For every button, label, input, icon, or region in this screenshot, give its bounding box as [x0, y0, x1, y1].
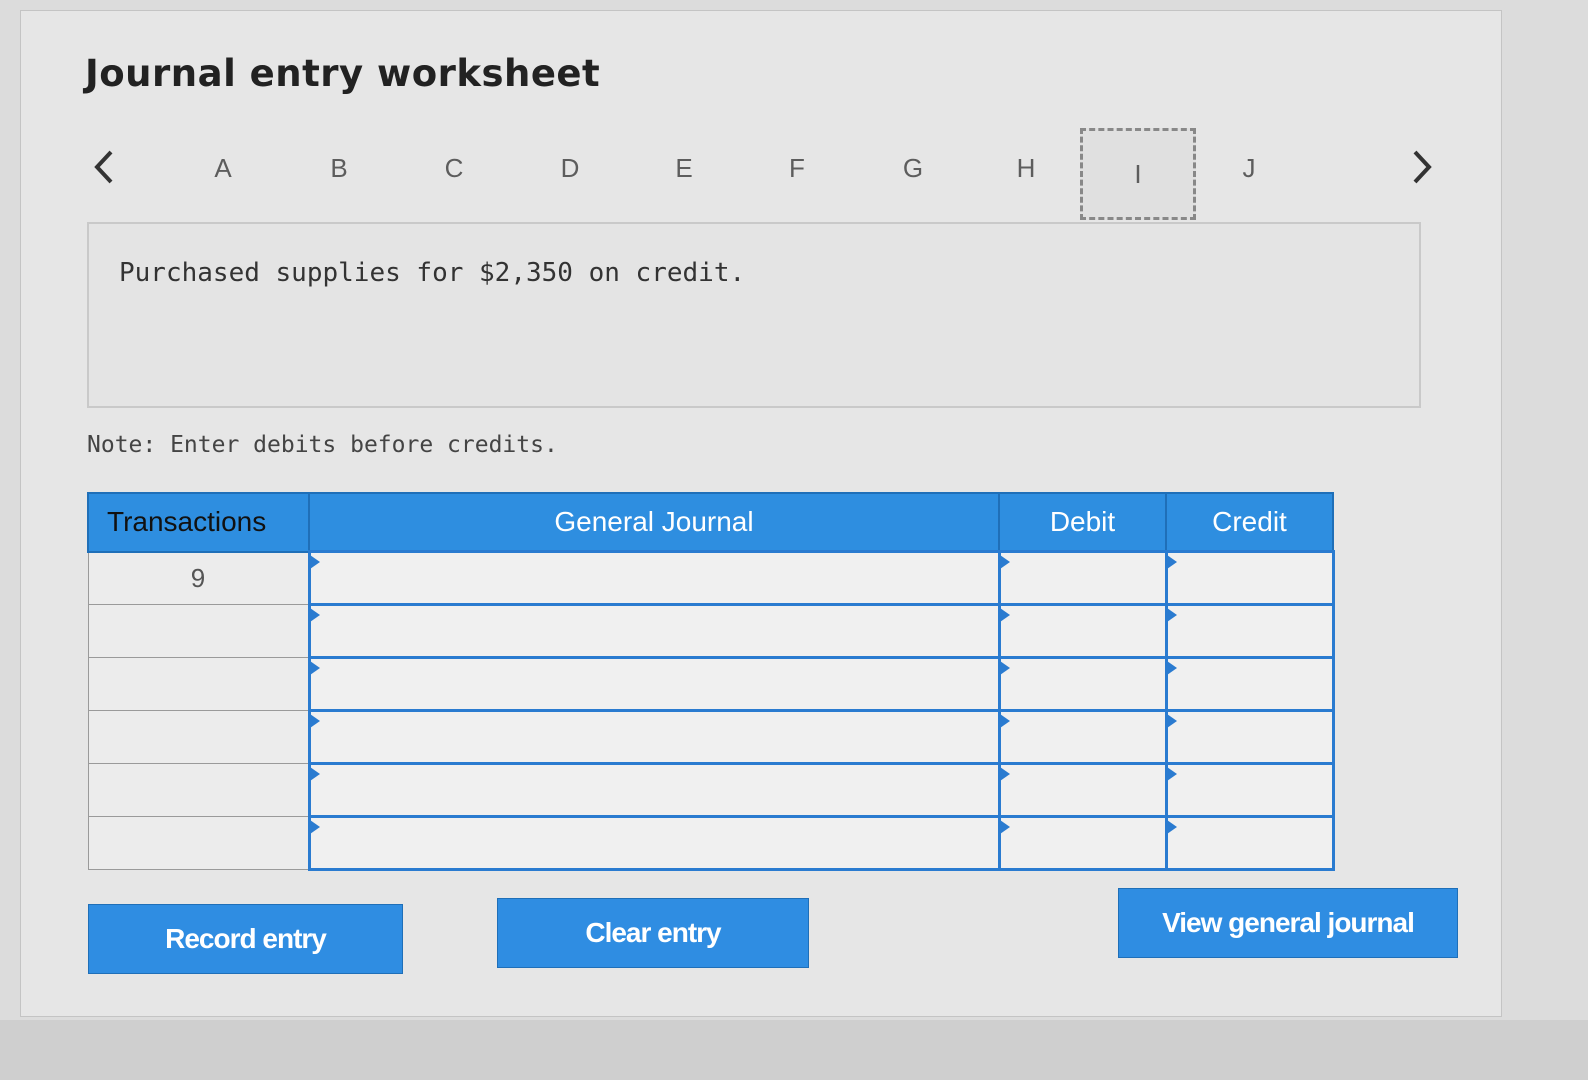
instruction-note: Note: Enter debits before credits.: [87, 432, 558, 458]
column-header-transactions: Transactions: [87, 492, 310, 553]
transaction-number-cell: [87, 710, 310, 764]
table-row: [87, 815, 1335, 871]
input-marker-icon: [1166, 767, 1177, 781]
record-entry-button[interactable]: Record entry: [88, 904, 403, 974]
account-select-cell[interactable]: [307, 709, 1001, 765]
tab-e[interactable]: E: [664, 150, 704, 186]
tab-c[interactable]: C: [434, 150, 474, 186]
chevron-left-icon[interactable]: [84, 145, 124, 189]
column-header-general-journal: General Journal: [308, 492, 1000, 553]
debit-input-cell[interactable]: [997, 550, 1168, 606]
credit-input-cell[interactable]: [1164, 603, 1335, 659]
input-marker-icon: [999, 661, 1010, 675]
journal-table: Transactions General Journal Debit Credi…: [87, 492, 1335, 871]
chevron-right-icon[interactable]: [1402, 145, 1442, 189]
tab-f[interactable]: F: [777, 150, 817, 186]
credit-input-cell[interactable]: [1164, 762, 1335, 818]
debit-input-cell[interactable]: [997, 656, 1168, 712]
credit-input-cell[interactable]: [1164, 656, 1335, 712]
input-marker-icon: [1166, 555, 1177, 569]
debit-input-cell[interactable]: [997, 709, 1168, 765]
input-marker-icon: [999, 820, 1010, 834]
table-row: 9: [87, 550, 1335, 606]
transaction-description: Purchased supplies for $2,350 on credit.: [119, 258, 746, 288]
account-select-cell[interactable]: [307, 603, 1001, 659]
input-marker-icon: [999, 714, 1010, 728]
dropdown-marker-icon: [309, 767, 320, 781]
transaction-number-cell: 9: [87, 551, 310, 605]
transaction-number-cell: [87, 657, 310, 711]
tab-a[interactable]: A: [203, 150, 243, 186]
input-marker-icon: [999, 608, 1010, 622]
tab-i[interactable]: I: [1080, 128, 1196, 220]
view-general-journal-button[interactable]: View general journal: [1118, 888, 1458, 958]
tab-d[interactable]: D: [550, 150, 590, 186]
transaction-prompt-box: Purchased supplies for $2,350 on credit.: [87, 222, 1421, 408]
account-select-cell[interactable]: [307, 762, 1001, 818]
table-row: [87, 709, 1335, 765]
dropdown-marker-icon: [309, 714, 320, 728]
column-header-credit: Credit: [1165, 492, 1334, 553]
table-header-row: Transactions General Journal Debit Credi…: [87, 492, 1334, 553]
column-header-debit: Debit: [998, 492, 1167, 553]
dropdown-marker-icon: [309, 661, 320, 675]
page-footer-area: [0, 1020, 1588, 1080]
credit-input-cell[interactable]: [1164, 550, 1335, 606]
transaction-number-cell: [87, 604, 310, 658]
account-select-cell[interactable]: [307, 550, 1001, 606]
account-select-cell[interactable]: [307, 815, 1001, 871]
clear-entry-button[interactable]: Clear entry: [497, 898, 809, 968]
table-row: [87, 603, 1335, 659]
input-marker-icon: [999, 767, 1010, 781]
debit-input-cell[interactable]: [997, 815, 1168, 871]
credit-input-cell[interactable]: [1164, 815, 1335, 871]
input-marker-icon: [1166, 608, 1177, 622]
page-title: Journal entry worksheet: [85, 52, 601, 95]
account-select-cell[interactable]: [307, 656, 1001, 712]
debit-input-cell[interactable]: [997, 762, 1168, 818]
tab-g[interactable]: G: [893, 150, 933, 186]
dropdown-marker-icon: [309, 820, 320, 834]
tab-j[interactable]: J: [1229, 150, 1269, 186]
dropdown-marker-icon: [309, 555, 320, 569]
input-marker-icon: [999, 555, 1010, 569]
credit-input-cell[interactable]: [1164, 709, 1335, 765]
tab-h[interactable]: H: [1006, 150, 1046, 186]
transaction-number-cell: [87, 763, 310, 817]
table-row: [87, 762, 1335, 818]
input-marker-icon: [1166, 661, 1177, 675]
tab-b[interactable]: B: [319, 150, 359, 186]
input-marker-icon: [1166, 820, 1177, 834]
debit-input-cell[interactable]: [997, 603, 1168, 659]
input-marker-icon: [1166, 714, 1177, 728]
transaction-number-cell: [87, 816, 310, 870]
table-row: [87, 656, 1335, 712]
dropdown-marker-icon: [309, 608, 320, 622]
